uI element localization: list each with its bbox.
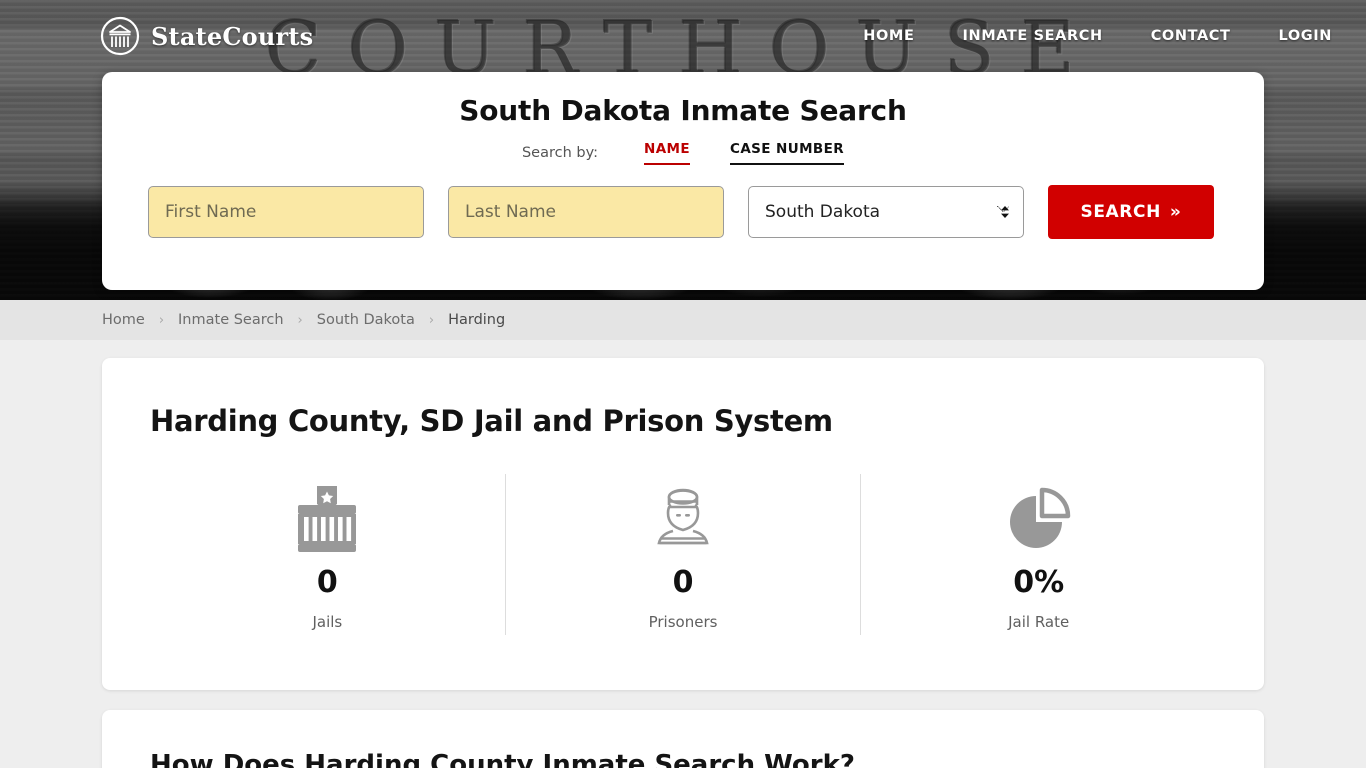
stat-jails-label: Jails — [312, 613, 343, 631]
brand-logo-link[interactable]: StateCourts — [100, 16, 313, 56]
stat-jail-rate-value: 0% — [1013, 565, 1065, 600]
page-title: Harding County, SD Jail and Prison Syste… — [150, 404, 833, 438]
nav-item-login[interactable]: LOGIN — [1255, 22, 1332, 50]
stat-jails-value: 0 — [316, 565, 338, 600]
prisoner-icon — [506, 482, 861, 556]
search-by-label: Search by: — [521, 145, 598, 161]
breadcrumb-item-south-dakota[interactable]: South Dakota — [317, 312, 415, 328]
last-name-input[interactable] — [448, 186, 724, 238]
stat-jails: 0 Jails — [150, 474, 505, 635]
main-nav: HOME INMATE SEARCH CONTACT LOGIN — [839, 22, 1332, 50]
stat-jail-rate: 0% Jail Rate — [860, 474, 1216, 635]
state-select[interactable]: South Dakota — [748, 186, 1024, 238]
stat-jail-rate-label: Jail Rate — [1008, 613, 1070, 631]
brand-name: StateCourts — [151, 21, 314, 51]
stat-prisoners-label: Prisoners — [648, 613, 718, 631]
nav-item-inmate-search[interactable]: INMATE SEARCH — [938, 22, 1126, 50]
breadcrumb-item-inmate-search[interactable]: Inmate Search — [178, 312, 284, 328]
top-navigation-bar: StateCourts HOME INMATE SEARCH CONTACT L… — [0, 0, 1366, 72]
county-stats: 0 Jails 0 Prisoners 0% Jail Rate — [150, 474, 1216, 635]
pie-chart-icon — [861, 482, 1216, 556]
hero-header: COURTHOUSE StateCourts HOME INMATE SEARC… — [0, 0, 1366, 300]
double-chevron-right-icon: » — [1169, 202, 1182, 222]
search-button-label: SEARCH — [1080, 202, 1161, 222]
search-card-title: South Dakota Inmate Search — [459, 94, 907, 127]
breadcrumb-item-home[interactable]: Home — [102, 312, 145, 328]
breadcrumb-separator-icon: › — [428, 312, 435, 328]
tab-search-by-name[interactable]: NAME — [644, 141, 691, 165]
breadcrumb: Home › Inmate Search › South Dakota › Ha… — [0, 300, 1366, 340]
how-it-works-panel: How Does Harding County Inmate Search Wo… — [102, 710, 1264, 768]
jail-building-icon — [150, 482, 505, 556]
inmate-search-form: South Dakota SEARCH » — [148, 185, 1218, 239]
inmate-search-card: South Dakota Inmate Search Search by: NA… — [102, 72, 1264, 290]
how-it-works-title: How Does Harding County Inmate Search Wo… — [150, 750, 855, 768]
first-name-input[interactable] — [148, 186, 424, 238]
search-button[interactable]: SEARCH » — [1048, 185, 1214, 239]
stat-prisoners-value: 0 — [672, 565, 694, 600]
courthouse-circle-icon — [100, 16, 140, 56]
tab-search-by-case-number[interactable]: CASE NUMBER — [730, 141, 845, 165]
state-select-wrapper: South Dakota — [748, 186, 1024, 238]
nav-item-home[interactable]: HOME — [839, 22, 938, 50]
breadcrumb-separator-icon: › — [158, 312, 165, 328]
county-overview-panel: Harding County, SD Jail and Prison Syste… — [102, 358, 1264, 690]
breadcrumb-separator-icon: › — [297, 312, 303, 328]
stat-prisoners: 0 Prisoners — [504, 474, 861, 635]
breadcrumb-item-harding: Harding — [448, 312, 506, 328]
nav-item-contact[interactable]: CONTACT — [1127, 22, 1255, 50]
main-content: Harding County, SD Jail and Prison Syste… — [0, 340, 1366, 768]
search-by-row: Search by: NAME CASE NUMBER — [148, 141, 1218, 165]
